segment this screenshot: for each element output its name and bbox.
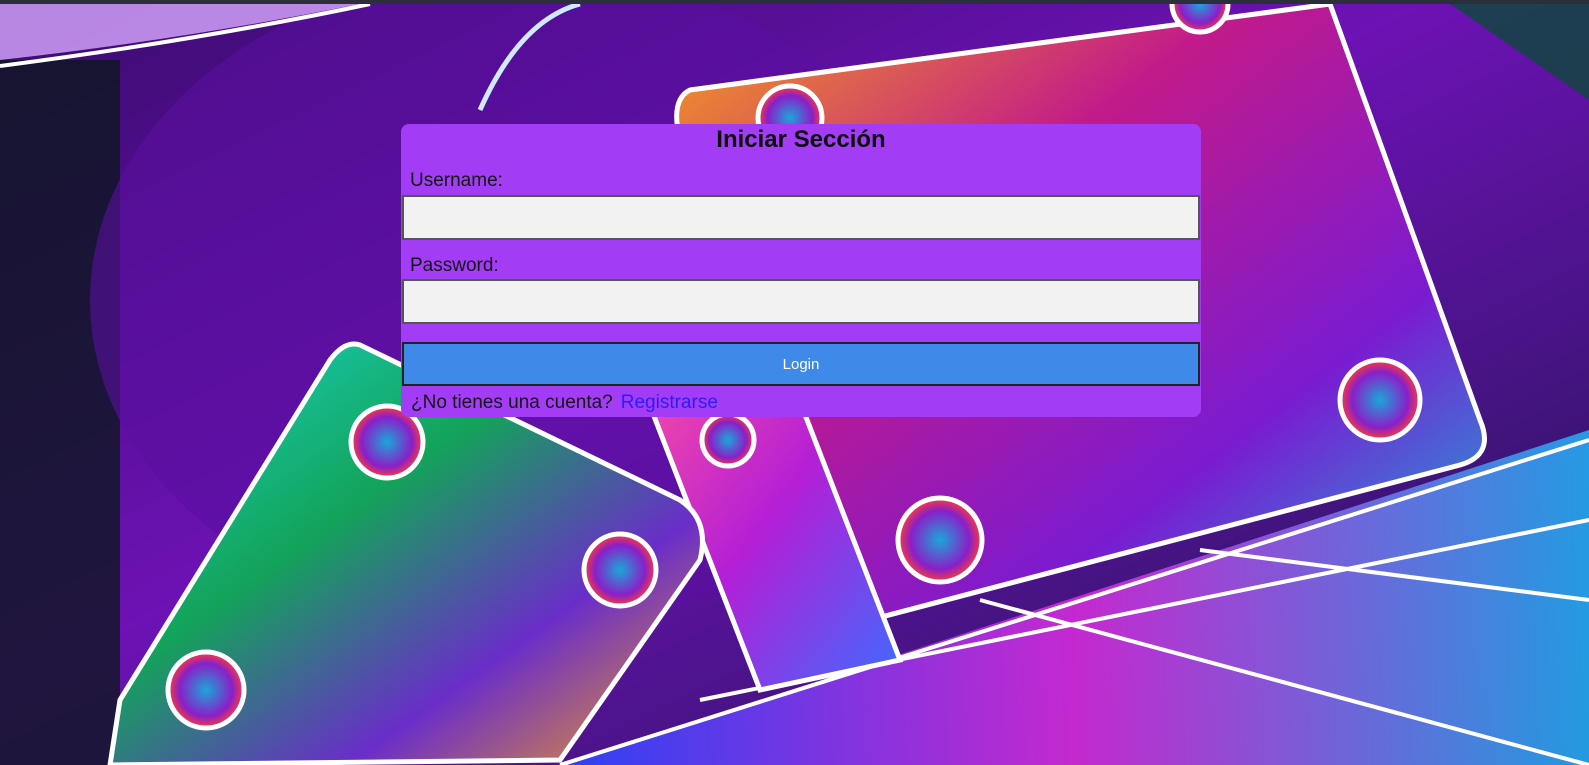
password-input[interactable] <box>402 279 1200 324</box>
username-input[interactable] <box>402 195 1200 240</box>
register-link[interactable]: Registrarse <box>621 392 718 413</box>
login-title: Iniciar Sección <box>716 126 886 153</box>
login-button[interactable]: Login <box>402 342 1200 386</box>
password-label: Password: <box>410 255 499 276</box>
login-page: Iniciar Sección Username: Password: Logi… <box>0 0 1589 765</box>
login-form-card: Iniciar Sección Username: Password: Logi… <box>401 124 1201 417</box>
signup-prompt: ¿No tienes una cuenta? Registrarse <box>411 392 718 414</box>
browser-top-edge <box>0 0 1589 4</box>
no-account-text: ¿No tienes una cuenta? <box>411 392 613 413</box>
username-label: Username: <box>410 170 503 191</box>
